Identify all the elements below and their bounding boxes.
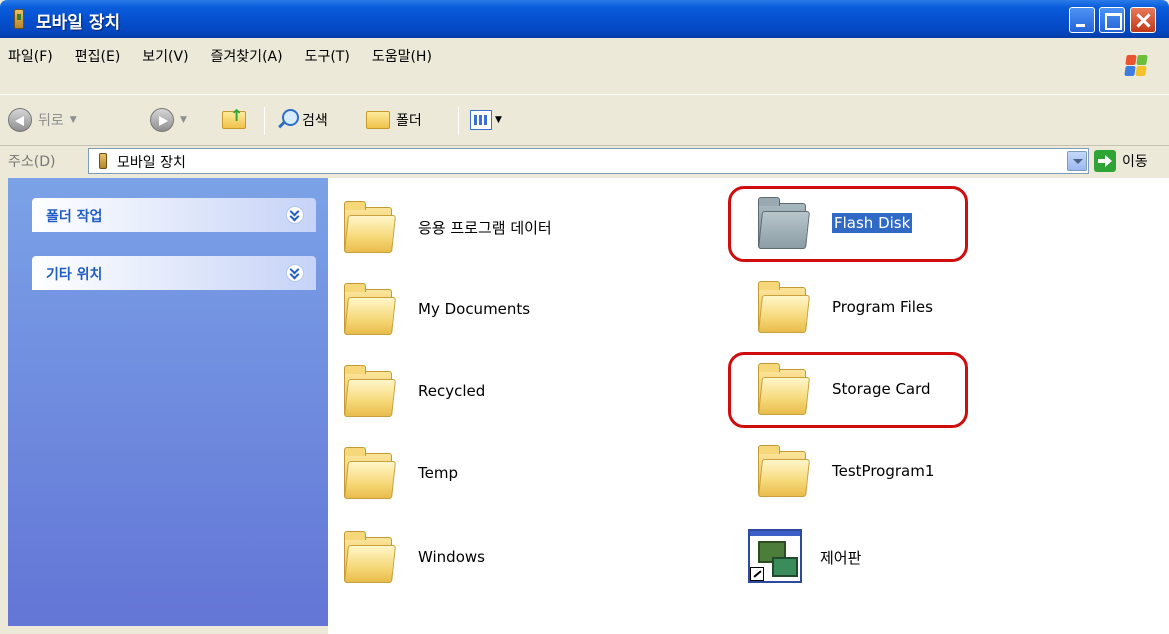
folder-item[interactable]: Storage Card <box>756 354 931 424</box>
folder-label: Temp <box>418 464 458 482</box>
folder-item[interactable]: My Documents <box>342 274 530 344</box>
folder-icon <box>342 281 396 337</box>
maximize-button[interactable] <box>1099 7 1125 33</box>
forward-button[interactable]: ▼ <box>150 105 187 135</box>
folder-label: Recycled <box>418 382 486 400</box>
menu-help[interactable]: 도움말(H) <box>372 44 432 68</box>
views-button[interactable]: ▼ <box>470 105 502 135</box>
folder-icon <box>756 361 810 417</box>
control-panel-shortcut-icon <box>748 529 804 585</box>
folder-icon <box>342 363 396 419</box>
menu-tools[interactable]: 도구(T) <box>305 44 350 68</box>
explorer-window: 모바일 장치 파일(F) 편집(E) 보기(V) 즐겨찾기(A) 도구(T) 도… <box>0 0 1169 634</box>
folder-tasks-panel[interactable]: 폴더 작업 <box>32 198 316 232</box>
folder-label: Flash Disk <box>832 213 913 233</box>
folder-label: TestProgram1 <box>832 462 935 480</box>
toolbar-separator <box>264 107 265 135</box>
back-dropdown-icon[interactable]: ▼ <box>70 115 77 125</box>
toolbar: 뒤로 ▼ ▼ ↑ 검색 폴더 ▼ <box>0 94 1169 146</box>
other-places-panel[interactable]: 기타 위치 <box>32 256 316 290</box>
folder-item[interactable]: TestProgram1 <box>756 436 934 506</box>
mobile-device-icon <box>99 153 107 169</box>
folder-item[interactable]: Windows <box>342 522 485 592</box>
back-button[interactable]: 뒤로 ▼ <box>8 105 77 135</box>
address-dropdown-button[interactable] <box>1067 151 1087 171</box>
minimize-button[interactable] <box>1069 7 1095 33</box>
folder-icon <box>342 529 396 585</box>
expand-chevron-icon[interactable] <box>286 264 304 282</box>
folder-icon <box>756 443 810 499</box>
folders-button[interactable]: 폴더 <box>366 105 422 135</box>
forward-arrow-icon <box>150 108 174 132</box>
go-arrow-icon[interactable] <box>1094 150 1116 172</box>
window-title: 모바일 장치 <box>36 13 121 33</box>
other-places-title: 기타 위치 <box>46 267 103 283</box>
close-button[interactable] <box>1130 7 1156 33</box>
go-button[interactable]: 이동 <box>1122 151 1148 171</box>
address-value: 모바일 장치 <box>117 155 186 171</box>
folder-icon <box>342 199 396 255</box>
toolbar-separator <box>458 107 459 135</box>
folder-label: Program Files <box>832 298 933 316</box>
folder-label: 응용 프로그램 데이터 <box>418 218 552 237</box>
search-icon <box>276 109 299 131</box>
folders-icon <box>366 111 390 129</box>
back-arrow-icon <box>8 108 32 132</box>
address-label: 주소(D) <box>8 154 56 170</box>
menu-file[interactable]: 파일(F) <box>8 44 53 68</box>
folder-gray-icon <box>756 195 810 251</box>
search-label: 검색 <box>302 113 328 129</box>
address-bar: 주소(D) 모바일 장치 <box>0 146 1169 176</box>
menu-edit[interactable]: 편집(E) <box>75 44 121 68</box>
forward-dropdown-icon[interactable]: ▼ <box>180 115 187 125</box>
folder-item[interactable]: Temp <box>342 438 458 508</box>
file-list: 응용 프로그램 데이터 My Documents Recycled Temp W… <box>328 178 1169 634</box>
folder-item[interactable]: Program Files <box>756 272 933 342</box>
up-folder-button[interactable]: ↑ <box>222 105 246 135</box>
up-folder-icon: ↑ <box>222 106 246 129</box>
expand-chevron-icon[interactable] <box>286 206 304 224</box>
task-pane: 폴더 작업 기타 위치 <box>8 178 328 626</box>
folder-label: Storage Card <box>832 380 931 398</box>
title-bar[interactable]: 모바일 장치 <box>0 0 1169 38</box>
views-icon <box>470 110 492 130</box>
folder-item[interactable]: Recycled <box>342 356 485 426</box>
windows-logo-icon <box>1124 55 1148 77</box>
folder-label: Windows <box>418 548 485 566</box>
mobile-device-icon <box>14 9 24 29</box>
search-button[interactable]: 검색 <box>276 105 328 135</box>
folder-icon <box>756 279 810 335</box>
folders-label: 폴더 <box>396 113 422 129</box>
menu-bar: 파일(F) 편집(E) 보기(V) 즐겨찾기(A) 도구(T) 도움말(H) <box>0 38 1169 94</box>
folder-label: My Documents <box>418 300 531 318</box>
folder-tasks-title: 폴더 작업 <box>46 209 103 225</box>
folder-item[interactable]: 응용 프로그램 데이터 <box>342 192 552 262</box>
control-panel-label: 제어판 <box>820 548 862 567</box>
menu-favorites[interactable]: 즐겨찾기(A) <box>211 44 283 68</box>
menu-view[interactable]: 보기(V) <box>142 44 188 68</box>
folder-item-selected[interactable]: Flash Disk <box>756 188 913 258</box>
folder-icon <box>342 445 396 501</box>
control-panel-item[interactable]: 제어판 <box>748 522 861 592</box>
views-dropdown-icon[interactable]: ▼ <box>495 115 502 125</box>
back-label: 뒤로 <box>38 113 64 129</box>
address-input[interactable]: 모바일 장치 <box>88 148 1089 174</box>
